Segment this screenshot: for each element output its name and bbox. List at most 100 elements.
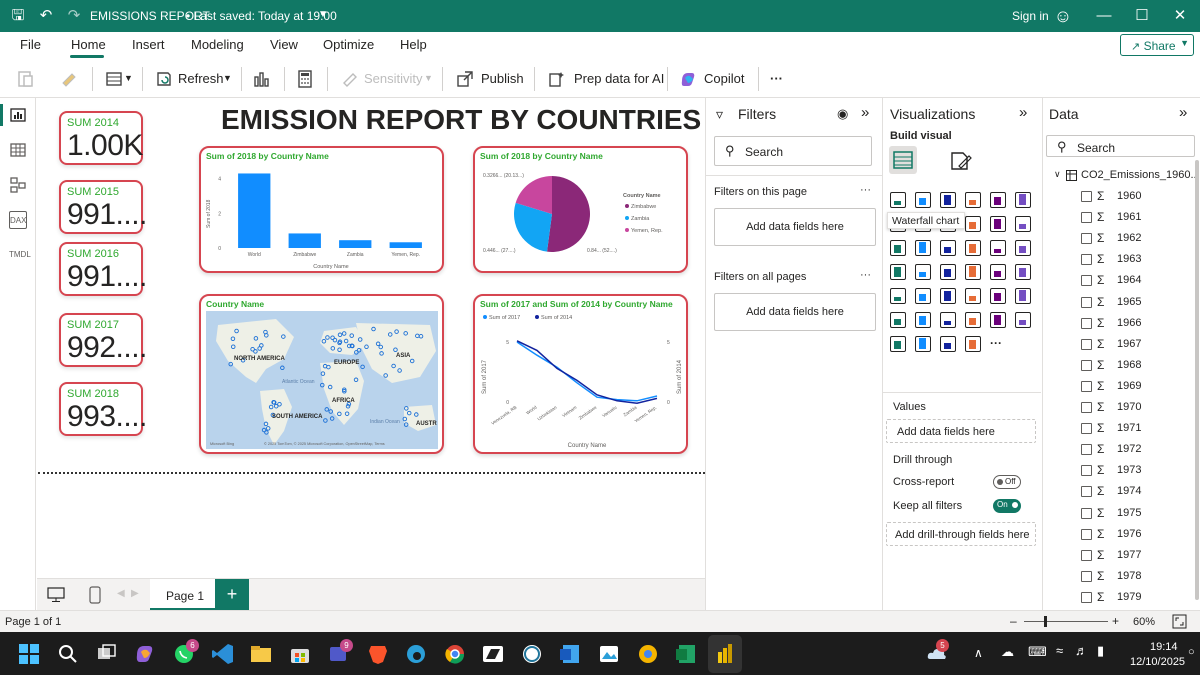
field-checkbox[interactable] bbox=[1081, 465, 1092, 477]
kpi-visual-icon[interactable] bbox=[915, 288, 931, 304]
kpi-card-2018[interactable]: SUM 2018 993.... bbox=[59, 382, 147, 436]
photos-icon[interactable] bbox=[596, 641, 622, 667]
get-data-icon[interactable] bbox=[104, 69, 124, 89]
mobile-layout-icon[interactable] bbox=[89, 586, 101, 604]
field-checkbox[interactable] bbox=[1081, 380, 1092, 392]
eye-icon[interactable]: ◉ bbox=[837, 106, 848, 122]
saved-status[interactable]: • Last saved: Today at 19:00 bbox=[186, 9, 337, 23]
line-stacked-column-visual-icon[interactable] bbox=[965, 216, 981, 232]
copilot-icon[interactable] bbox=[678, 69, 698, 89]
filters-all-pages-dropzone[interactable]: Add data fields here bbox=[714, 293, 876, 331]
tab-optimize[interactable]: Optimize bbox=[323, 37, 374, 52]
keep-filters-toggle[interactable]: On bbox=[993, 499, 1021, 513]
prep-data-icon[interactable] bbox=[547, 69, 567, 89]
task-view-icon[interactable] bbox=[94, 641, 120, 667]
file-explorer-icon[interactable] bbox=[248, 641, 274, 667]
100-column-visual-icon[interactable] bbox=[1015, 192, 1031, 208]
field-checkbox[interactable] bbox=[1081, 402, 1092, 413]
chevron-down-icon[interactable]: ▼ bbox=[318, 9, 328, 20]
table-name[interactable]: CO2_Emissions_1960... bbox=[1081, 169, 1200, 181]
refresh-button[interactable]: Refresh bbox=[178, 71, 224, 86]
start-icon[interactable] bbox=[16, 641, 42, 667]
chevron-up-icon[interactable]: ∧ bbox=[974, 646, 983, 660]
funnel-visual-icon[interactable] bbox=[915, 240, 931, 256]
chevron-down-icon[interactable]: ▼ bbox=[124, 73, 133, 83]
chevron-down-icon[interactable]: ∨ bbox=[1054, 169, 1061, 180]
refresh-icon[interactable] bbox=[154, 69, 174, 89]
store-icon[interactable] bbox=[287, 641, 313, 667]
azure-map-visual-icon[interactable] bbox=[965, 264, 981, 280]
map-visual-icon[interactable] bbox=[890, 264, 906, 280]
field-checkbox[interactable] bbox=[1081, 275, 1092, 287]
chrome-icon[interactable] bbox=[442, 641, 468, 667]
volume-icon[interactable]: ♬ bbox=[1075, 643, 1088, 658]
data-search-input[interactable]: ⚲ Search bbox=[1046, 135, 1195, 157]
field-checkbox[interactable] bbox=[1081, 191, 1092, 202]
sign-in-link[interactable]: Sign in bbox=[1012, 9, 1049, 23]
arcgis-visual-icon[interactable] bbox=[965, 336, 981, 352]
add-page-button[interactable]: + bbox=[215, 579, 249, 611]
chevron-down-icon[interactable]: ▼ bbox=[223, 73, 232, 83]
treemap-visual-icon[interactable] bbox=[1015, 240, 1031, 256]
notification-bell-icon[interactable]: ○ bbox=[1188, 646, 1195, 658]
field-checkbox[interactable] bbox=[1081, 233, 1092, 245]
publish-icon[interactable] bbox=[455, 69, 475, 89]
tab-insert[interactable]: Insert bbox=[132, 37, 165, 52]
format-painter-icon[interactable] bbox=[60, 69, 80, 89]
zoom-slider-thumb[interactable] bbox=[1044, 616, 1047, 627]
maximize-icon[interactable]: ☐ bbox=[1132, 6, 1152, 26]
chevron-right-icon[interactable]: ▶ bbox=[131, 588, 139, 599]
python-visual-visual-icon[interactable] bbox=[890, 312, 906, 328]
page-tab-1[interactable]: Page 1 bbox=[150, 579, 224, 611]
pie-visual-icon[interactable] bbox=[965, 240, 981, 256]
collapse-icon[interactable]: » bbox=[1019, 104, 1027, 121]
table-visual-icon[interactable] bbox=[965, 288, 981, 304]
waterfall-visual-icon[interactable] bbox=[890, 240, 906, 256]
clustered-column-visual-icon[interactable] bbox=[990, 192, 1006, 208]
clock-time[interactable]: 19:14 bbox=[1150, 641, 1178, 653]
wifi-icon[interactable]: ≈ bbox=[1056, 643, 1063, 658]
table-view-icon[interactable] bbox=[9, 141, 27, 159]
dax-query-view-icon[interactable]: DAX bbox=[9, 211, 27, 229]
cloud-sync-icon[interactable]: ☁ bbox=[1001, 644, 1014, 660]
power-bi-icon[interactable] bbox=[712, 641, 738, 667]
card-visual-icon[interactable] bbox=[1015, 264, 1031, 280]
tmdl-view-icon[interactable]: TMDL bbox=[9, 246, 31, 264]
zoom-slider[interactable] bbox=[1024, 621, 1108, 622]
zoom-out-icon[interactable]: – bbox=[1010, 614, 1017, 628]
excel-icon[interactable] bbox=[673, 641, 699, 667]
redo-icon[interactable]: ↷ bbox=[64, 6, 84, 26]
brave-icon[interactable] bbox=[365, 641, 391, 667]
key-influencers-visual-icon[interactable] bbox=[915, 312, 931, 328]
field-checkbox[interactable] bbox=[1081, 528, 1092, 540]
field-checkbox[interactable] bbox=[1081, 254, 1092, 266]
filters-page-dropzone[interactable]: Add data fields here bbox=[714, 208, 876, 246]
new-visual-icon[interactable] bbox=[252, 69, 272, 89]
format-visual-icon[interactable] bbox=[949, 150, 973, 172]
share-button[interactable]: ↗ Share ▼ bbox=[1120, 34, 1194, 56]
clustered-bar-visual-icon[interactable] bbox=[915, 192, 931, 208]
tab-home[interactable]: Home bbox=[71, 37, 106, 52]
word-icon[interactable] bbox=[557, 641, 583, 667]
kpi-card-2014[interactable]: SUM 2014 1.00K bbox=[59, 111, 143, 165]
fit-to-page-icon[interactable] bbox=[1172, 614, 1187, 629]
keyboard-icon[interactable]: ⌨ bbox=[1028, 644, 1047, 660]
tab-modeling[interactable]: Modeling bbox=[191, 37, 244, 52]
account-icon[interactable]: ☺ bbox=[1053, 6, 1073, 26]
scatter-visual-icon[interactable] bbox=[940, 240, 956, 256]
multi-row-card-visual-icon[interactable] bbox=[890, 288, 906, 304]
scrollbar[interactable] bbox=[1195, 160, 1199, 600]
power-automate-visual-icon[interactable] bbox=[940, 336, 956, 352]
field-checkbox[interactable] bbox=[1081, 507, 1092, 519]
build-visual-tab[interactable] bbox=[889, 146, 917, 174]
more-visual-icon[interactable]: ··· bbox=[990, 336, 1006, 352]
power-apps-visual-icon[interactable] bbox=[915, 336, 931, 352]
field-checkbox[interactable] bbox=[1081, 359, 1092, 371]
close-icon[interactable]: ✕ bbox=[1170, 6, 1190, 26]
kpi-card-2017[interactable]: SUM 2017 992.... bbox=[59, 313, 147, 367]
line-chart-visual[interactable]: Sum of 2017 and Sum of 2014 by Country N… bbox=[473, 294, 688, 454]
clock-date[interactable]: 12/10/2025 bbox=[1130, 656, 1185, 668]
more-options-icon[interactable]: ··· bbox=[860, 269, 871, 281]
tab-view[interactable]: View bbox=[270, 37, 298, 52]
report-view-icon[interactable] bbox=[9, 106, 27, 124]
